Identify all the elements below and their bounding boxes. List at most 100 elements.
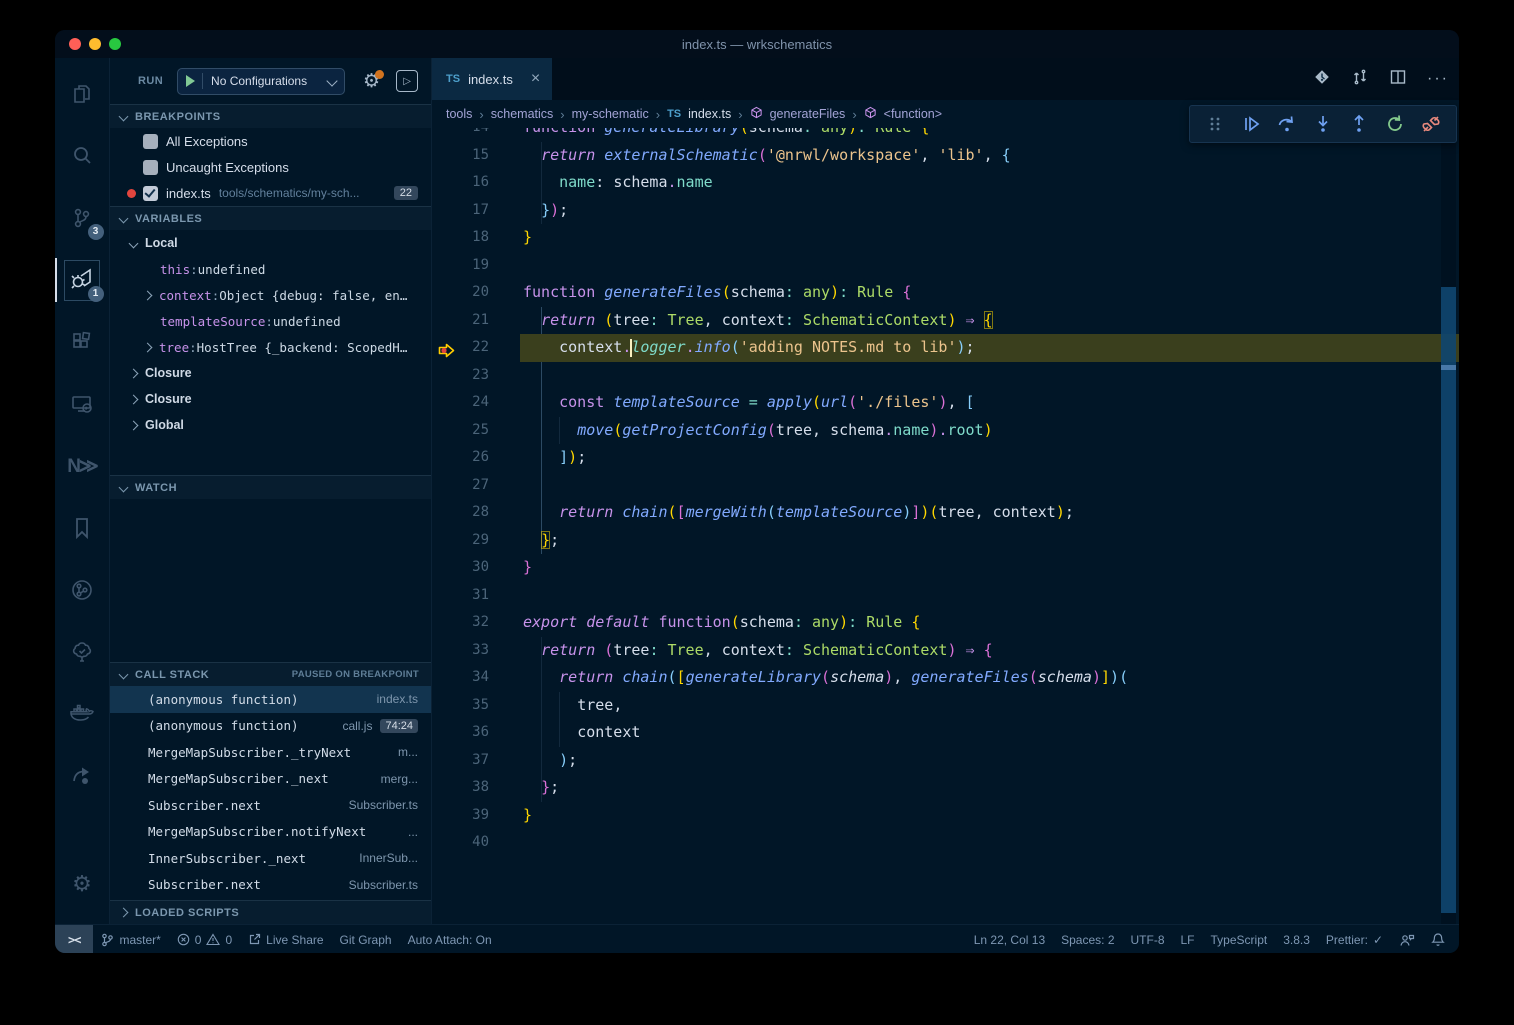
variables-scope-row[interactable]: Global <box>110 412 431 438</box>
line-number[interactable]: 21 <box>432 307 489 335</box>
code-line-29[interactable]: 29 }; <box>432 527 1459 555</box>
problems-item[interactable]: 0 0 <box>169 925 240 953</box>
disconnect-icon[interactable] <box>1418 111 1444 137</box>
call-stack-frame[interactable]: Subscriber.nextSubscriber.ts <box>110 792 431 819</box>
debug-console-icon[interactable]: ▷ <box>396 70 418 92</box>
indentation-item[interactable]: Spaces: 2 <box>1053 925 1122 953</box>
tab-index-ts[interactable]: TS index.ts × <box>432 58 552 100</box>
code-line-37[interactable]: 37 ); <box>432 747 1459 775</box>
notifications-bell-icon[interactable] <box>1423 925 1453 953</box>
line-number[interactable]: 20 <box>432 279 489 307</box>
code-line-32[interactable]: 32export default function(schema: any): … <box>432 609 1459 637</box>
breadcrumb-generateFiles[interactable]: generateFiles <box>770 107 846 121</box>
code-line-35[interactable]: 35 tree, <box>432 692 1459 720</box>
line-number[interactable]: 17 <box>432 197 489 225</box>
git-graph-item[interactable]: Git Graph <box>332 925 400 953</box>
launch-configuration-dropdown[interactable]: No Configurations <box>177 68 345 95</box>
call-stack-frame[interactable]: (anonymous function)index.ts <box>110 686 431 713</box>
breakpoint-item[interactable]: All Exceptions <box>110 128 431 154</box>
line-number[interactable]: 15 <box>432 142 489 170</box>
code-editor[interactable]: 14function generateLibrary(schema: any):… <box>432 128 1459 924</box>
call-stack-frame[interactable]: MergeMapSubscriber._nextmerg... <box>110 766 431 793</box>
line-number[interactable]: 26 <box>432 444 489 472</box>
feedback-icon[interactable] <box>1391 925 1423 953</box>
editor-scrollbar[interactable] <box>1441 128 1456 924</box>
code-line-19[interactable]: 19 <box>432 252 1459 280</box>
code-line-40[interactable]: 40 <box>432 829 1459 857</box>
line-number[interactable]: 27 <box>432 472 489 500</box>
line-number[interactable]: 16 <box>432 169 489 197</box>
line-number[interactable]: 40 <box>432 829 489 857</box>
call-stack-frame[interactable]: (anonymous function)call.js74:24 <box>110 713 431 740</box>
breadcrumb-tools[interactable]: tools <box>446 107 472 121</box>
variable-row[interactable]: tree: HostTree {_backend: ScopedH… <box>110 334 431 360</box>
minimize-window-button[interactable] <box>89 38 101 50</box>
line-number[interactable]: 30 <box>432 554 489 582</box>
auto-attach-item[interactable]: Auto Attach: On <box>400 925 500 953</box>
configure-gear-icon[interactable]: ⚙ <box>363 72 380 91</box>
variables-scope-row[interactable]: Closure <box>110 386 431 412</box>
remote-explorer-icon[interactable] <box>55 378 110 430</box>
call-stack-frame[interactable]: Subscriber.nextSubscriber.ts <box>110 872 431 899</box>
title-bar[interactable]: index.ts — wrkschematics <box>55 30 1459 58</box>
watch-section-header[interactable]: WATCH <box>110 475 431 499</box>
code-line-21[interactable]: 21 return (tree: Tree, context: Schemati… <box>432 307 1459 335</box>
close-window-button[interactable] <box>69 38 81 50</box>
more-actions-icon[interactable]: ··· <box>1427 70 1449 88</box>
step-over-icon[interactable] <box>1274 111 1300 137</box>
project-share-icon[interactable] <box>55 750 110 802</box>
toolbar-drag-handle[interactable] <box>1202 111 1228 137</box>
line-number[interactable]: 31 <box>432 582 489 610</box>
code-line-27[interactable]: 27 <box>432 472 1459 500</box>
typescript-version-item[interactable]: 3.8.3 <box>1275 925 1318 953</box>
code-line-31[interactable]: 31 <box>432 582 1459 610</box>
variable-row[interactable]: templateSource: undefined <box>110 308 431 334</box>
start-debug-icon[interactable] <box>186 75 195 87</box>
line-number[interactable]: 37 <box>432 747 489 775</box>
step-into-icon[interactable] <box>1310 111 1336 137</box>
line-number[interactable]: 39 <box>432 802 489 830</box>
extensions-icon[interactable] <box>55 316 110 368</box>
bookmarks-icon[interactable] <box>55 502 110 554</box>
call-stack-frame[interactable]: MergeMapSubscriber.notifyNext... <box>110 819 431 846</box>
test-explorer-icon[interactable] <box>55 626 110 678</box>
code-line-26[interactable]: 26 ]); <box>432 444 1459 472</box>
call-stack-section-header[interactable]: CALL STACK PAUSED ON BREAKPOINT <box>110 662 431 686</box>
remote-indicator[interactable]: >< <box>55 925 93 953</box>
variables-section-header[interactable]: VARIABLES <box>110 206 431 230</box>
code-line-36[interactable]: 36 context <box>432 719 1459 747</box>
code-line-33[interactable]: 33 return (tree: Tree, context: Schemati… <box>432 637 1459 665</box>
line-number[interactable]: 33 <box>432 637 489 665</box>
language-mode-item[interactable]: TypeScript <box>1203 925 1276 953</box>
code-line-18[interactable]: 18} <box>432 224 1459 252</box>
eol-item[interactable]: LF <box>1173 925 1203 953</box>
line-number[interactable]: 25 <box>432 417 489 445</box>
breakpoint-checkbox[interactable] <box>143 186 158 201</box>
manage-gear-icon[interactable]: ⚙ <box>55 858 110 910</box>
code-line-23[interactable]: 23 <box>432 362 1459 390</box>
code-line-39[interactable]: 39} <box>432 802 1459 830</box>
code-line-15[interactable]: 15 return externalSchematic('@nrwl/works… <box>432 142 1459 170</box>
breadcrumb-schematics[interactable]: schematics <box>491 107 554 121</box>
live-share-item[interactable]: Live Share <box>240 925 331 953</box>
call-stack-frame[interactable]: InnerSubscriber._nextInnerSub... <box>110 845 431 872</box>
scrollbar-thumb[interactable] <box>1441 287 1456 913</box>
breakpoint-checkbox[interactable] <box>143 160 158 175</box>
breakpoint-item[interactable]: Uncaught Exceptions <box>110 154 431 180</box>
line-number[interactable]: 28 <box>432 499 489 527</box>
line-number[interactable]: 18 <box>432 224 489 252</box>
restart-icon[interactable] <box>1382 111 1408 137</box>
call-stack-frame[interactable]: MergeMapSubscriber._tryNextm... <box>110 739 431 766</box>
line-number[interactable]: 32 <box>432 609 489 637</box>
breakpoint-checkbox[interactable] <box>143 134 158 149</box>
breadcrumb-function[interactable]: <function> <box>884 107 942 121</box>
variable-row[interactable]: this: undefined <box>110 256 431 282</box>
variables-scope-row[interactable]: Local <box>110 230 431 256</box>
search-icon[interactable] <box>55 130 110 182</box>
breakpoints-section-header[interactable]: BREAKPOINTS <box>110 104 431 128</box>
code-line-22[interactable]: 22 context.logger.info('adding NOTES.md … <box>432 334 1459 362</box>
docker-icon[interactable] <box>55 688 110 740</box>
line-number[interactable]: 23 <box>432 362 489 390</box>
variable-row[interactable]: context: Object {debug: false, en… <box>110 282 431 308</box>
breakpoint-item[interactable]: index.tstools/schematics/my-sch...22 <box>110 180 431 206</box>
